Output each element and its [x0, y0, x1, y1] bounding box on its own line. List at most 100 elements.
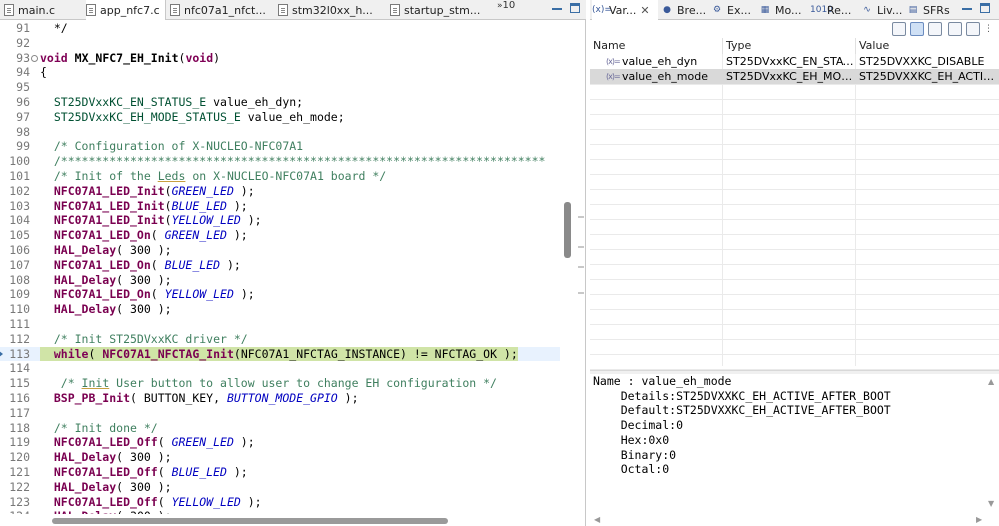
code-editor[interactable]: main.c app_nfc7.c ✕ nfc07a1_nfct... stm3…: [0, 0, 586, 526]
variable-row-selected[interactable]: (x)= value_eh_mode ST25DVxxKC_EH_MODE_S.…: [590, 69, 999, 84]
code-line[interactable]: 93 void MX_NFC7_EH_Init(void): [0, 51, 560, 66]
tab-nfc07a1-nfctag[interactable]: nfc07a1_nfct...: [170, 0, 270, 20]
minimize-button[interactable]: [552, 3, 562, 13]
code-line-current[interactable]: 113 while( NFC07A1_NFCTAG_Init(NFC07A1_N…: [0, 346, 560, 362]
tab-variables[interactable]: (x)= Var... ✕: [592, 0, 658, 20]
select-columns-button[interactable]: [966, 22, 980, 36]
code-line[interactable]: 105 NFC07A1_LED_On( GREEN_LED );: [0, 228, 560, 243]
show-type-names-button[interactable]: [892, 22, 906, 36]
close-icon[interactable]: ✕: [640, 4, 649, 17]
close-icon[interactable]: ✕: [164, 4, 165, 17]
variable-name: value_eh_dyn: [622, 55, 698, 68]
code-token: GREEN_LED: [164, 228, 227, 243]
code-line[interactable]: 92: [0, 36, 560, 51]
code-line[interactable]: 104 NFC07A1_LED_Init(YELLOW_LED );: [0, 213, 560, 228]
code-line[interactable]: 119 NFC07A1_LED_Off( GREEN_LED );: [0, 435, 560, 450]
code-line[interactable]: 112 /* Init ST25DVxxKC driver */: [0, 332, 560, 347]
variable-value[interactable]: ST25DVXXKC_EH_ACTIVE_...: [859, 69, 998, 84]
code-line[interactable]: 97 ST25DVxxKC_EH_MODE_STATUS_E value_eh_…: [0, 110, 560, 125]
vertical-scrollbar[interactable]: [561, 20, 575, 514]
scroll-up-icon[interactable]: ▲: [988, 377, 994, 386]
code-line[interactable]: 123 NFC07A1_LED_Off( YELLOW_LED );: [0, 495, 560, 510]
code-line[interactable]: 99 /* Configuration of X-NUCLEO-NFC07A1: [0, 139, 560, 154]
fold-collapse-icon[interactable]: [31, 54, 38, 62]
scroll-down-icon[interactable]: ▼: [988, 499, 994, 508]
maximize-button[interactable]: [980, 3, 990, 13]
debug-views-panel: (x)= Var... ✕ ● Bre... ⚙ Ex... ▦ Mo... 1…: [590, 0, 999, 526]
line-number: 98: [16, 124, 30, 139]
tab-breakpoints[interactable]: ● Bre...: [660, 0, 710, 20]
code-token: NFC07A1_LED_Off: [40, 435, 158, 450]
add-watch-button[interactable]: [948, 22, 962, 36]
column-header-value[interactable]: Value: [856, 38, 999, 54]
code-line[interactable]: 106 HAL_Delay( 300 );: [0, 243, 560, 258]
code-line[interactable]: 118 /* Init done */: [0, 421, 560, 436]
code-line[interactable]: 100 /***********************************…: [0, 154, 560, 169]
code-line[interactable]: 98: [0, 125, 560, 140]
code-line[interactable]: 94 {: [0, 65, 560, 80]
tab-expressions[interactable]: ⚙ Ex...: [710, 0, 758, 20]
horizontal-scrollbar-thumb[interactable]: [52, 518, 448, 524]
code-line[interactable]: 122 HAL_Delay( 300 );: [0, 480, 560, 495]
table-grid-line: [590, 324, 999, 325]
code-line[interactable]: 101 /* Init of the Leds on X-NUCLEO-NFC0…: [0, 169, 560, 184]
table-grid-line: [590, 99, 999, 100]
code-line[interactable]: 111: [0, 317, 560, 332]
minimize-button[interactable]: [962, 3, 972, 13]
maximize-button[interactable]: [570, 3, 580, 13]
code-line[interactable]: 117: [0, 406, 560, 421]
code-token: while: [40, 346, 89, 361]
variable-type: ST25DVxxKC_EH_MODE_S...: [726, 70, 854, 83]
tab-main-c[interactable]: main.c: [4, 0, 84, 20]
line-number: 103: [9, 198, 30, 213]
code-line[interactable]: 107 NFC07A1_LED_On( BLUE_LED );: [0, 258, 560, 273]
tab-label: Var...: [609, 3, 637, 17]
vertical-scrollbar-thumb[interactable]: [564, 202, 571, 258]
overview-ruler-mark[interactable]: [578, 266, 584, 268]
scroll-right-icon[interactable]: ▶: [976, 515, 982, 524]
code-token: );: [226, 465, 248, 479]
tab-sfrs[interactable]: ▤ SFRs: [906, 0, 956, 20]
column-header-type[interactable]: Type: [723, 38, 855, 54]
code-area[interactable]: 91 */92 93 void MX_NFC7_EH_Init(void) 94{95…: [0, 20, 560, 514]
code-line[interactable]: 96 ST25DVxxKC_EN_STATUS_E value_eh_dyn;: [0, 95, 560, 110]
show-logical-structure-button[interactable]: [910, 22, 924, 36]
code-line[interactable]: 110 HAL_Delay( 300 );: [0, 302, 560, 317]
variable-row[interactable]: (x)= value_eh_dyn ST25DVxxKC_EN_STATUS_E…: [590, 54, 999, 69]
scroll-left-icon[interactable]: ◀: [594, 515, 600, 524]
view-menu-icon[interactable]: ⋮: [984, 22, 998, 36]
overview-ruler-mark[interactable]: [578, 246, 584, 248]
code-line[interactable]: 116 BSP_PB_Init( BUTTON_KEY, BUTTON_MODE…: [0, 391, 560, 406]
variable-details-pane[interactable]: Name : value_eh_mode Details:ST25DVXXKC_…: [590, 374, 986, 526]
code-token: ( 300 );: [116, 243, 172, 257]
code-line[interactable]: 121 NFC07A1_LED_Off( BLUE_LED );: [0, 465, 560, 480]
code-line[interactable]: 109 NFC07A1_LED_On( YELLOW_LED );: [0, 287, 560, 302]
code-line[interactable]: 115 /* Init User button to allow user to…: [0, 376, 560, 391]
code-line[interactable]: 120 HAL_Delay( 300 );: [0, 450, 560, 465]
tab-overflow-button[interactable]: »10: [497, 0, 515, 20]
tab-startup-stm[interactable]: startup_stm...: [390, 0, 490, 20]
table-grid-line: [590, 204, 999, 205]
code-line[interactable]: 95: [0, 80, 560, 95]
code-line[interactable]: 114: [0, 361, 560, 376]
tab-registers[interactable]: 1010 Re...: [810, 0, 860, 20]
details-vertical-scrollbar[interactable]: ▲ ▼: [986, 375, 998, 526]
overview-ruler-mark[interactable]: [578, 292, 584, 294]
h-file-icon: [278, 4, 288, 16]
table-grid-line: [590, 174, 999, 175]
tab-label: startup_stm...: [404, 3, 481, 17]
tab-live-expressions[interactable]: ∿ Liv...: [860, 0, 906, 20]
code-line[interactable]: 108 HAL_Delay( 300 );: [0, 273, 560, 288]
code-line[interactable]: 91 */: [0, 21, 560, 36]
tab-stm32l0xx-hal[interactable]: stm32l0xx_h...: [278, 0, 383, 20]
tab-memory[interactable]: ▦ Mo...: [758, 0, 808, 20]
tab-app-nfc7-c[interactable]: app_nfc7.c ✕: [86, 0, 166, 20]
overview-ruler-mark[interactable]: [578, 216, 584, 218]
code-line[interactable]: 102 NFC07A1_LED_Init(GREEN_LED );: [0, 184, 560, 199]
line-number: 106: [9, 243, 30, 257]
variable-value[interactable]: ST25DVXXKC_DISABLE: [859, 54, 998, 69]
code-token: (: [150, 257, 165, 272]
collapse-all-button[interactable]: [928, 22, 942, 36]
column-header-name[interactable]: Name: [590, 38, 722, 54]
code-line[interactable]: 103 NFC07A1_LED_Init(BLUE_LED );: [0, 199, 560, 214]
